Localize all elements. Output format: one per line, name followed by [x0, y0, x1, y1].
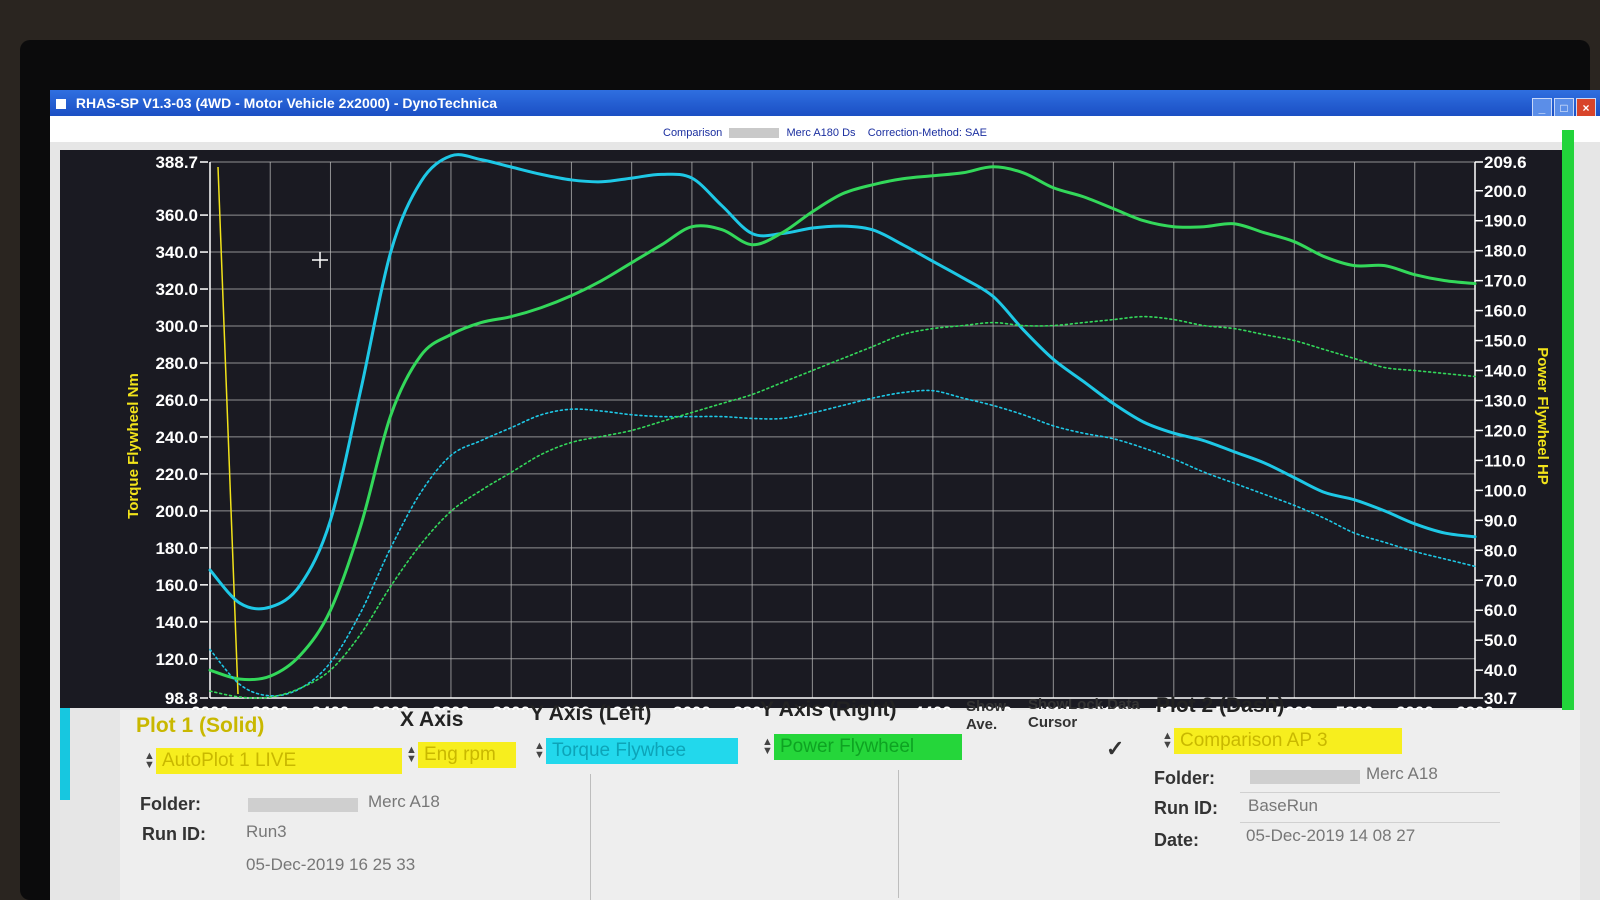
right-tick-label: 180.0	[1484, 242, 1527, 261]
dyno-chart[interactable]: 2000220024002600280030003200340036003800…	[60, 150, 1565, 720]
left-tick-label: 388.7	[155, 153, 198, 172]
left-tick-label: 98.8	[165, 689, 198, 708]
right-tick-label: 40.0	[1484, 661, 1517, 680]
close-icon[interactable]: ×	[1576, 98, 1596, 118]
plot2-name-field[interactable]: Comparison AP 3	[1174, 728, 1402, 754]
plot2-runid-label: Run ID:	[1154, 798, 1218, 818]
y-right-spinner-icon[interactable]: ▲ ▼	[762, 737, 773, 757]
divider	[1240, 822, 1500, 823]
plot2-folder-label: Folder:	[1154, 768, 1215, 788]
right-tick-label: 30.7	[1484, 689, 1517, 708]
right-tick-label: 140.0	[1484, 362, 1527, 381]
plot2-header: Plot 2 (Dash)	[1156, 694, 1285, 717]
divider	[1240, 792, 1500, 793]
x-axis-header: X Axis	[400, 708, 464, 731]
right-tick-label: 209.6	[1484, 153, 1527, 172]
left-tick-label: 140.0	[155, 613, 198, 632]
divider	[590, 774, 591, 900]
comparison-label: Comparison	[663, 127, 723, 139]
right-tick-label: 110.0	[1484, 451, 1526, 470]
left-tick-label: 340.0	[155, 243, 198, 262]
plot2-spinner-icon[interactable]: ▲ ▼	[1162, 731, 1173, 751]
right-tick-label: 150.0	[1484, 332, 1527, 351]
plot1-runid-label: Run ID:	[142, 824, 206, 844]
divider	[898, 770, 899, 898]
y-right-axis-title: Power Flywheel HP	[1534, 347, 1551, 485]
plot1-header: Plot 1 (Solid)	[136, 714, 265, 737]
torque-dotted-series-line	[209, 389, 1476, 697]
minimize-icon[interactable]: _	[1532, 98, 1552, 118]
y-right-select[interactable]: Power Flywheel	[774, 734, 962, 760]
power-dotted-series-line	[209, 315, 1476, 699]
right-tick-label: 90.0	[1484, 511, 1517, 530]
plot1-runid-value: Run3	[246, 822, 287, 841]
x-axis-select[interactable]: Eng rpm	[418, 742, 516, 768]
right-tick-label: 100.0	[1484, 481, 1527, 500]
correction-method: Correction-Method: SAE	[867, 127, 987, 139]
right-tick-label: 190.0	[1484, 212, 1527, 231]
right-tick-label: 200.0	[1484, 182, 1527, 201]
comparison-name: Merc A180 Ds	[786, 127, 856, 139]
left-tick-label: 220.0	[155, 465, 198, 484]
show-lock-cursor-label: ShowLock Data Cursor	[1028, 696, 1140, 731]
y-left-select[interactable]: Torque Flywhee	[546, 738, 738, 764]
left-tick-label: 260.0	[155, 391, 198, 410]
chart-subheader: Comparison Merc A180 Ds Correction-Metho…	[50, 116, 1600, 142]
right-tick-label: 60.0	[1484, 601, 1517, 620]
plot1-date-value: 05-Dec-2019 16 25 33	[246, 855, 416, 874]
y-left-header: Y Axis (Left)	[530, 702, 652, 725]
plot1-folder-value: Merc A18	[368, 792, 440, 811]
show-lock-checkbox[interactable]: ✓	[1106, 736, 1124, 762]
left-tick-label: 360.0	[155, 206, 198, 225]
app-window: RHAS-SP V1.3-03 (4WD - Motor Vehicle 2x2…	[50, 90, 1600, 900]
torque-solid-series-line	[208, 153, 1477, 611]
show-ave-label: Show Ave.	[966, 698, 1006, 733]
y-right-header: Y Axis (Right)	[760, 698, 897, 721]
right-tick-label: 160.0	[1484, 302, 1527, 321]
left-tick-label: 240.0	[155, 428, 198, 447]
plot-settings-panel: Plot 1 (Solid) ▲ ▼ AutoPlot 1 LIVE Folder…	[120, 694, 1580, 900]
title-bar: RHAS-SP V1.3-03 (4WD - Motor Vehicle 2x2…	[50, 90, 1600, 118]
left-tick-label: 280.0	[155, 354, 198, 373]
window-title: RHAS-SP V1.3-03 (4WD - Motor Vehicle 2x2…	[75, 95, 498, 111]
right-tick-label: 120.0	[1484, 421, 1527, 440]
crosshair-icon	[312, 252, 328, 268]
right-tick-label: 170.0	[1484, 272, 1527, 291]
plot2-date-value: 05-Dec-2019 14 08 27	[1246, 826, 1416, 845]
right-tick-label: 130.0	[1484, 391, 1527, 410]
left-tick-label: 200.0	[155, 502, 198, 521]
plot2-runid-value: BaseRun	[1248, 796, 1318, 815]
right-tick-label: 80.0	[1484, 541, 1517, 560]
left-tick-label: 320.0	[155, 280, 198, 299]
plot2-folder-redacted	[1250, 770, 1360, 784]
plot1-name-field[interactable]: AutoPlot 1 LIVE	[156, 748, 402, 774]
plot1-folder-label: Folder:	[140, 794, 201, 814]
maximize-icon[interactable]: □	[1554, 98, 1574, 118]
y-left-spinner-icon[interactable]: ▲ ▼	[534, 741, 545, 761]
left-tick-label: 300.0	[155, 317, 198, 336]
data-cursor-line	[217, 166, 239, 695]
y-left-axis-title: Torque Flywheel Nm	[125, 373, 142, 519]
redacted-field	[729, 128, 780, 139]
power-solid-series-line	[208, 165, 1477, 682]
right-tick-label: 70.0	[1484, 571, 1517, 590]
plot2-date-label: Date:	[1154, 830, 1200, 850]
left-tick-label: 160.0	[155, 576, 198, 595]
plot1-spinner-icon[interactable]: ▲ ▼	[144, 751, 155, 771]
plot2-folder-value: Merc A18	[1366, 764, 1438, 783]
left-tick-label: 180.0	[155, 539, 198, 558]
left-tick-label: 120.0	[155, 650, 198, 669]
x-axis-spinner-icon[interactable]: ▲ ▼	[406, 745, 417, 765]
plot1-folder-redacted	[248, 798, 358, 812]
app-icon	[56, 99, 66, 110]
right-tick-label: 50.0	[1484, 631, 1517, 650]
